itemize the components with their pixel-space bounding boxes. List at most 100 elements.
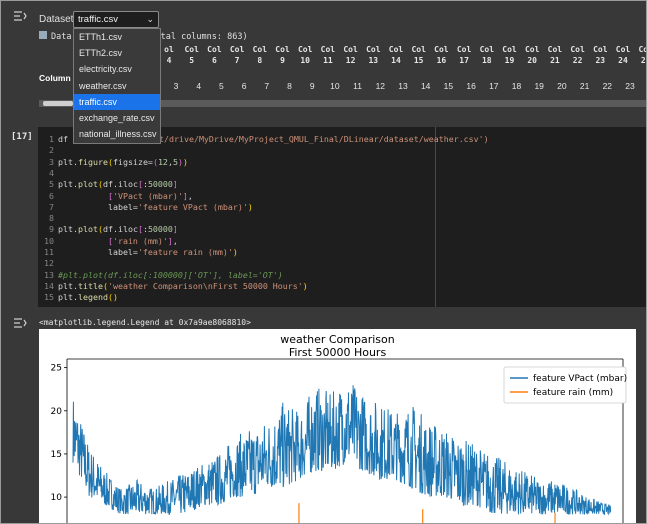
code-line: 9 plt.plot(df.iloc[:50000] bbox=[38, 223, 178, 235]
info-prefix: Data bbox=[51, 32, 72, 42]
column-header-bottom: 23 bbox=[595, 56, 606, 65]
table-cell: 17 bbox=[489, 81, 499, 91]
y-tick-label: 10 bbox=[51, 493, 63, 503]
table-cell: 18 bbox=[511, 81, 522, 91]
output-toggle-icon[interactable] bbox=[13, 317, 27, 332]
column-header-top: Col bbox=[320, 45, 336, 54]
code-line: 14 plt.title('weather Comparison\nFirst 5… bbox=[38, 280, 308, 292]
column-header: Col 7 bbox=[227, 44, 247, 66]
output-toggle-icon[interactable] bbox=[13, 10, 27, 22]
column-header-top: Col bbox=[502, 45, 517, 54]
column-header-top: Col bbox=[593, 45, 608, 54]
column-header-bottom: 20 bbox=[527, 56, 537, 65]
column-header: Col 16 bbox=[431, 44, 451, 66]
column-header-bottom: 6 bbox=[211, 56, 217, 65]
info-suffix: otal columns: 863) bbox=[155, 32, 248, 42]
column-header-bottom: 16 bbox=[436, 56, 447, 65]
table-cell: 13 bbox=[398, 81, 408, 91]
notebook-view: Dataset: traffic.csv ⌄ Data otal columns:… bbox=[0, 0, 647, 524]
legend-label: feature VPact (mbar) bbox=[533, 374, 627, 384]
code-line: 10 ['rain (mm)'], bbox=[38, 235, 178, 247]
dropdown-option[interactable]: traffic.csv bbox=[74, 93, 160, 110]
column-header-top: Col bbox=[524, 45, 540, 54]
column-header: Col 6 bbox=[204, 44, 224, 66]
column-header-top: Col bbox=[434, 45, 449, 54]
dropdown-option[interactable]: ETTh1.csv bbox=[74, 29, 160, 45]
plot-output-cell: <matplotlib.legend.Legend at 0x7a9ae8068… bbox=[1, 311, 646, 523]
dataset-dropdown-list[interactable]: ETTh1.csv ETTh2.csv electricity.csv weather… bbox=[73, 28, 161, 144]
column-header: Col 13 bbox=[363, 44, 383, 66]
column-header-bottom: 11 bbox=[323, 56, 333, 65]
code-line: 4 bbox=[38, 167, 58, 179]
dropdown-option[interactable]: national_illness.csv bbox=[74, 126, 160, 142]
chart-figure: weather Comparison First 50000 Hours 10 15 2… bbox=[39, 329, 636, 523]
line-number: 6 bbox=[49, 190, 54, 201]
code-editor[interactable]: 1 df ntent/drive/MyDrive/MyProject_QMUL_F… bbox=[38, 127, 646, 307]
column-header-top: Col bbox=[366, 45, 381, 54]
code-line: 3 plt.figure(figsize=(12,5)) bbox=[38, 156, 188, 168]
column-header-bottom: 15 bbox=[413, 56, 424, 65]
code-line: 6 ['VPact (mbar)'], bbox=[38, 190, 193, 202]
column-header: Col 23 bbox=[590, 44, 610, 66]
column-header-top: Col bbox=[229, 45, 245, 54]
line-number: 15 bbox=[44, 292, 54, 303]
column-header-top: ol bbox=[164, 45, 174, 54]
execution-count: [17] bbox=[11, 132, 33, 142]
column-header: Col 15 bbox=[409, 44, 429, 66]
dropdown-option[interactable]: electricity.csv bbox=[74, 61, 160, 77]
legend-label: feature rain (mm) bbox=[533, 388, 613, 398]
column-header-top: Col bbox=[343, 45, 358, 54]
line-number: 4 bbox=[49, 167, 54, 178]
column-header-top: Col bbox=[184, 45, 199, 54]
line-number: 11 bbox=[44, 247, 54, 257]
ruler-line bbox=[435, 127, 436, 307]
code-line: 2 bbox=[38, 144, 58, 156]
column-header-top: Col bbox=[388, 45, 404, 54]
code-cell[interactable]: [17] 1 df ntent/drive/MyDrive/MyProject_Q… bbox=[1, 123, 646, 309]
column-header-bottom: 19 bbox=[504, 56, 515, 65]
chart-svg: weather ComparisonFirst 50000 Hours 10 15 2… bbox=[51, 333, 627, 523]
line-number: 14 bbox=[44, 280, 54, 291]
chart-subtitle: First 50000 Hours bbox=[289, 346, 387, 359]
table-cell: 12 bbox=[375, 81, 386, 91]
line-number: 12 bbox=[44, 258, 54, 269]
table-cell: 11 bbox=[353, 81, 362, 91]
column-header-bottom: 17 bbox=[459, 56, 469, 65]
column-header-bottom: 24 bbox=[618, 56, 628, 65]
dropdown-option[interactable]: weather.csv bbox=[74, 78, 160, 94]
table-cell: 14 bbox=[420, 81, 431, 91]
table-cell: 23 bbox=[625, 81, 635, 91]
column-header-bottom: 5 bbox=[189, 56, 195, 65]
scrollbar-thumb[interactable] bbox=[43, 101, 73, 106]
line-number: 13 bbox=[44, 269, 54, 280]
column-header: Col 14 bbox=[386, 44, 406, 66]
table-icon bbox=[39, 31, 47, 39]
column-header: Col 5 bbox=[182, 44, 202, 66]
dropdown-option[interactable]: ETTh2.csv bbox=[74, 45, 160, 61]
column-header: Col 25 bbox=[636, 44, 646, 66]
column-header: ol 4 bbox=[159, 44, 179, 66]
dataset-select[interactable]: traffic.csv ⌄ bbox=[73, 11, 159, 28]
line-number: 7 bbox=[49, 201, 54, 212]
column-header-top: Col bbox=[297, 45, 313, 54]
code-line: 8 bbox=[38, 212, 58, 224]
line-number: 1 bbox=[49, 134, 54, 144]
output-repr: <matplotlib.legend.Legend at 0x7a9ae8068… bbox=[39, 318, 251, 327]
table-cell: 21 bbox=[579, 81, 590, 91]
column-header: Col 12 bbox=[341, 44, 361, 66]
column-header-top: Col bbox=[570, 45, 585, 54]
column-header-bottom: 4 bbox=[166, 56, 172, 65]
code-line: 12 bbox=[38, 257, 58, 269]
table-cell: 10 bbox=[330, 81, 340, 91]
chart-title: weather Comparison bbox=[280, 333, 394, 346]
column-header-bottom: 25 bbox=[640, 56, 646, 65]
column-header: Col 8 bbox=[250, 44, 270, 66]
line-number: 2 bbox=[49, 145, 54, 156]
column-header: Col 9 bbox=[273, 44, 293, 66]
column-header-top: Col bbox=[456, 45, 472, 54]
code-line: 13 #plt.plot(df.iloc[:100000]['OT'], labe… bbox=[38, 269, 283, 281]
dropdown-option[interactable]: exchange_rate.csv bbox=[74, 110, 160, 126]
table-cell: 5 bbox=[219, 81, 224, 91]
code-line: 7 label='feature VPact (mbar)') bbox=[38, 201, 253, 213]
column-header-top: Col bbox=[615, 45, 631, 54]
